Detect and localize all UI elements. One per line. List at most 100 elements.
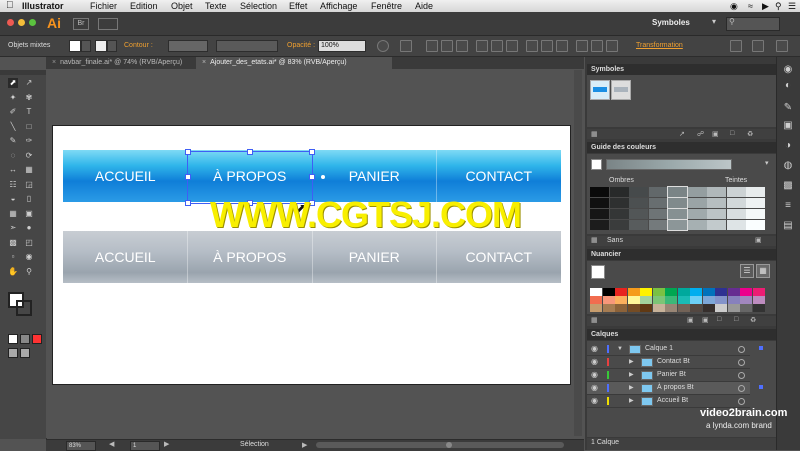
swatches-panel-header[interactable]: Nuancier <box>587 249 776 260</box>
target-circle-icon[interactable] <box>738 346 745 353</box>
panel-menu-icon[interactable] <box>752 40 764 52</box>
isolate-icon[interactable] <box>730 40 742 52</box>
color-swatch[interactable] <box>677 296 690 304</box>
color-swatch[interactable] <box>740 296 752 304</box>
color-variation-cell[interactable] <box>707 220 726 230</box>
color-swatch[interactable] <box>627 288 640 296</box>
distribute-left-icon[interactable] <box>576 40 588 52</box>
resize-handle[interactable] <box>185 200 191 206</box>
symbol-libraries-icon[interactable]: ▦ <box>591 130 598 138</box>
nav-accueil-button[interactable]: ACCUEIL <box>63 150 188 202</box>
navbar-inactive[interactable]: ACCUEIL À PROPOS PANIER CONTACT <box>63 231 561 283</box>
layer-name[interactable]: Contact Bt <box>657 356 690 368</box>
nav-accueil-button[interactable]: ACCUEIL <box>63 231 188 283</box>
distribute-middle-icon[interactable] <box>541 40 553 52</box>
color-swatch[interactable] <box>640 304 652 312</box>
color-swatch[interactable] <box>702 304 715 312</box>
visibility-eye-icon[interactable]: ◉ <box>591 343 598 355</box>
transform-link[interactable]: Transformation <box>636 40 683 52</box>
color-guide-panel-header[interactable]: Guide des couleurs <box>587 142 776 153</box>
color-swatch[interactable] <box>652 296 665 304</box>
symbol-thumbnail[interactable] <box>611 80 631 100</box>
color-swatch[interactable] <box>690 304 702 312</box>
list-view-icon[interactable]: ☰ <box>740 264 754 278</box>
symbols-panel-header[interactable]: Symboles <box>587 64 776 75</box>
none-mode-icon[interactable] <box>32 334 42 344</box>
align-top-icon[interactable] <box>476 40 488 52</box>
appearance-icon[interactable]: ◑ <box>782 140 794 152</box>
expand-icon[interactable]: ▶ <box>629 369 634 381</box>
color-swatch[interactable] <box>752 296 765 304</box>
menu-aide[interactable]: Aide <box>415 0 433 12</box>
color-variation-cell[interactable] <box>648 209 668 219</box>
bridge-button[interactable]: Br <box>73 18 89 30</box>
color-variation-cell[interactable] <box>590 198 609 208</box>
close-window-icon[interactable] <box>7 19 14 26</box>
status-menu-icon[interactable]: ▶ <box>302 441 307 449</box>
recolor-icon[interactable] <box>377 40 389 52</box>
color-swatch[interactable] <box>665 296 677 304</box>
visibility-eye-icon[interactable]: ◉ <box>591 356 598 368</box>
layer-name[interactable]: À propos Bt <box>657 382 694 394</box>
shape-builder-tool-icon[interactable]: ◒ <box>8 194 18 204</box>
selection-indicator[interactable] <box>759 346 763 350</box>
distribute-right-icon[interactable] <box>606 40 618 52</box>
menu-objet[interactable]: Objet <box>171 0 193 12</box>
color-variation-cell[interactable] <box>629 209 648 219</box>
color-swatch[interactable] <box>627 304 640 312</box>
stroke-weight-field[interactable] <box>168 40 208 52</box>
stroke-label[interactable]: Contour : <box>124 40 153 52</box>
magic-wand-tool-icon[interactable]: ✦ <box>8 93 18 103</box>
color-variation-cell[interactable] <box>609 209 629 219</box>
eyedropper-tool-icon[interactable]: ➣ <box>8 223 18 233</box>
align-panel-icon[interactable]: ▤ <box>782 220 794 232</box>
wifi-icon[interactable]: ≈ <box>748 0 753 12</box>
rotate-tool-icon[interactable]: ↔ <box>8 165 18 175</box>
color-variation-cell[interactable] <box>609 198 629 208</box>
color-variation-cell[interactable] <box>746 198 765 208</box>
menu-edition[interactable]: Edition <box>130 0 158 12</box>
symbol-thumbnail[interactable] <box>590 80 610 100</box>
target-circle-icon[interactable] <box>738 385 745 392</box>
screen-mode-icon[interactable] <box>20 348 30 358</box>
swatch-libraries-icon[interactable]: ▦ <box>591 236 598 244</box>
color-swatch[interactable] <box>652 304 665 312</box>
color-variation-cell[interactable] <box>707 187 726 197</box>
line-tool-icon[interactable]: ╲ <box>8 122 18 132</box>
transparency-icon[interactable]: ◍ <box>782 160 794 172</box>
color-variation-cell[interactable] <box>687 198 707 208</box>
new-group-icon[interactable]: □ <box>717 316 721 323</box>
blob-brush-tool-icon[interactable]: ◌ <box>8 151 18 161</box>
list-icon[interactable]: ☰ <box>788 0 796 12</box>
target-circle-icon[interactable] <box>738 398 745 405</box>
mesh-tool-icon[interactable]: ▦ <box>8 209 18 219</box>
color-swatch[interactable] <box>690 296 702 304</box>
place-symbol-icon[interactable]: ↗ <box>679 130 685 138</box>
eraser-tool-icon[interactable]: ⟳ <box>24 151 34 161</box>
color-swatch[interactable] <box>602 296 615 304</box>
color-swatch[interactable] <box>702 296 715 304</box>
color-variation-cell[interactable] <box>707 209 726 219</box>
swatch-options-icon[interactable]: ▣ <box>702 316 709 324</box>
color-swatch[interactable] <box>615 304 627 312</box>
resize-handle[interactable] <box>309 174 315 180</box>
align-grid-icon[interactable] <box>400 40 412 52</box>
layers-panel-header[interactable]: Calques <box>587 329 776 340</box>
distribute-top-icon[interactable] <box>526 40 538 52</box>
color-variation-cell[interactable] <box>707 198 726 208</box>
zoom-window-icon[interactable] <box>29 19 36 26</box>
graphic-styles-icon[interactable]: ▣ <box>782 120 794 132</box>
color-swatch[interactable] <box>640 288 652 296</box>
menu-affichage[interactable]: Affichage <box>320 0 357 12</box>
color-swatch[interactable] <box>602 304 615 312</box>
color-swatch[interactable] <box>677 288 690 296</box>
color-swatch[interactable] <box>752 288 765 296</box>
color-guide-save-icon[interactable]: ▣ <box>755 236 762 244</box>
distribute-center-icon[interactable] <box>591 40 603 52</box>
color-variation-cell[interactable] <box>629 187 648 197</box>
draw-mode-icon[interactable] <box>8 348 18 358</box>
workspace-switcher[interactable]: Symboles <box>652 18 690 27</box>
color-swatch[interactable] <box>715 304 727 312</box>
color-swatch[interactable] <box>752 304 765 312</box>
creative-cloud-icon[interactable]: ◉ <box>730 0 738 12</box>
